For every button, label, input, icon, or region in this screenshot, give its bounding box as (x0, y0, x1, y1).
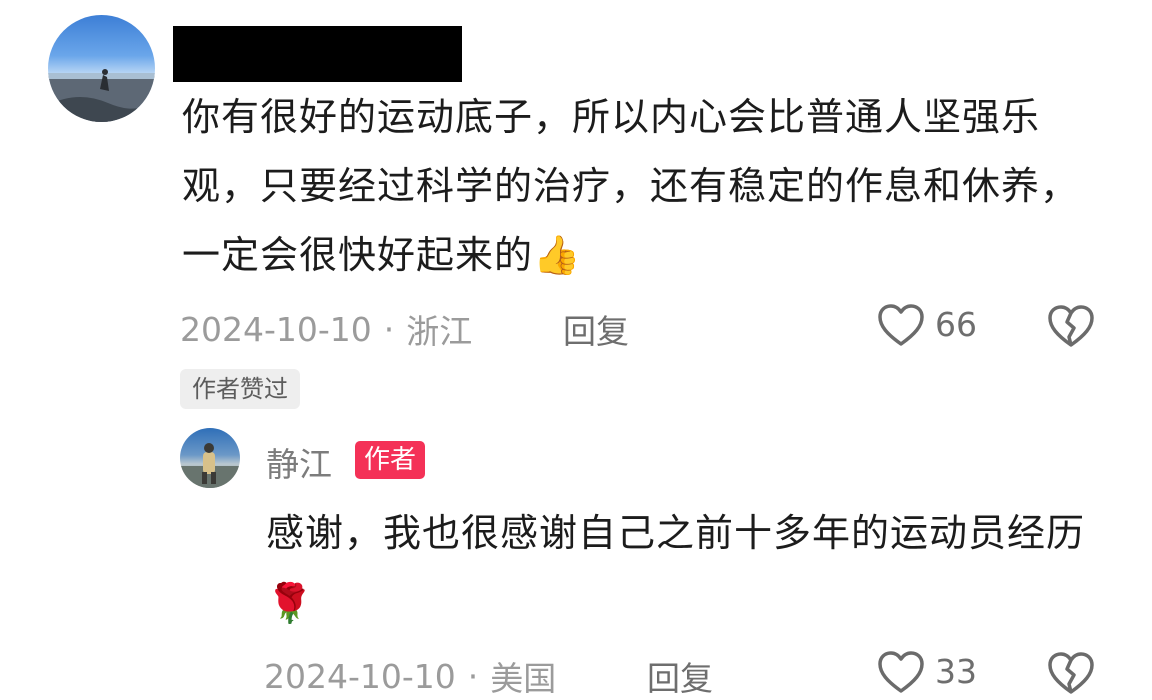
comment-meta: 2024-10-10 · 浙江 (180, 305, 472, 353)
reply-reply-button[interactable]: 回复 (647, 652, 713, 700)
reply-date: 2024-10-10 (264, 656, 456, 696)
like-count: 66 (935, 305, 977, 344)
heart-outline-icon[interactable] (877, 650, 925, 694)
comment-location: 浙江 (406, 312, 473, 351)
broken-heart-icon[interactable] (1047, 304, 1095, 348)
broken-heart-icon[interactable] (1047, 651, 1095, 695)
reply-meta: 2024-10-10 · 美国 (264, 652, 556, 700)
heart-outline-icon[interactable] (877, 303, 925, 347)
meta-separator: · (467, 656, 479, 696)
liked-by-author-tag: 作者赞过 (180, 369, 300, 409)
reply-body: 感谢，我也很感谢自己之前十多年的运动员经历 🌹 (266, 498, 1106, 638)
comment-text: 你有很好的运动底子，所以内心会比普通人坚强乐观，只要经过科学的治疗，还有稳定的作… (182, 95, 1080, 277)
reply-text: 感谢，我也很感谢自己之前十多年的运动员经历 (266, 511, 1086, 555)
meta-separator: · (383, 309, 395, 349)
comment-date: 2024-10-10 (180, 309, 372, 349)
redacted-username (173, 26, 462, 82)
avatar-person-image (180, 443, 240, 488)
replier-avatar[interactable] (180, 428, 240, 488)
thumbs-up-emoji: 👍 (533, 233, 582, 277)
reply-username[interactable]: 静江 (266, 438, 332, 486)
commenter-avatar[interactable] (48, 15, 155, 122)
avatar-landscape-image (48, 69, 155, 122)
reply-button[interactable]: 回复 (563, 305, 629, 353)
comment-body: 你有很好的运动底子，所以内心会比普通人坚强乐观，只要经过科学的治疗，还有稳定的作… (182, 83, 1092, 290)
reply-location: 美国 (490, 659, 557, 698)
author-badge: 作者 (355, 441, 426, 479)
rose-emoji: 🌹 (266, 581, 315, 625)
reply-like-count: 33 (935, 652, 977, 691)
